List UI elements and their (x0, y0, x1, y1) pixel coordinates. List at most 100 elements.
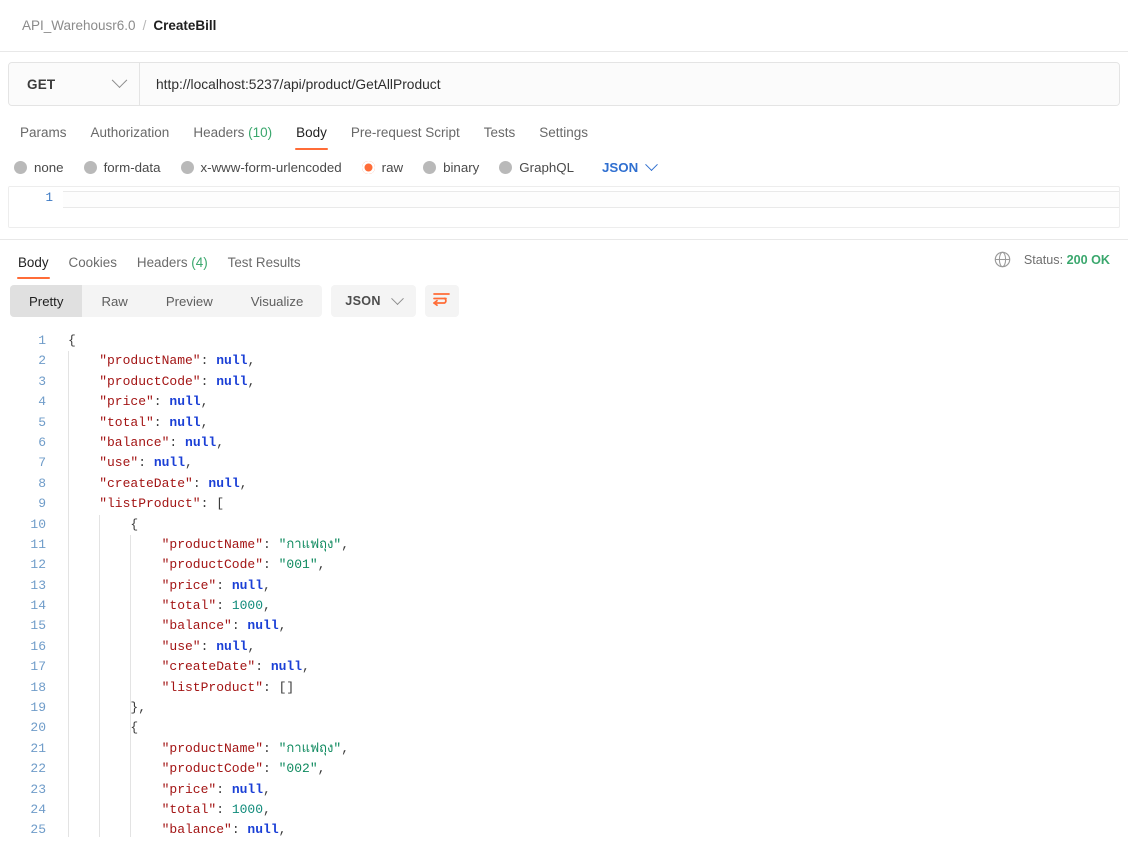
response-tabs: Body Cookies Headers (4) Test Results (8, 240, 311, 279)
body-type-binary[interactable]: binary (423, 160, 479, 175)
body-type-urlencoded[interactable]: x-www-form-urlencoded (180, 160, 342, 175)
json-line-number: 16 (30, 638, 46, 654)
json-token-p: , (200, 414, 209, 430)
json-line: "listProduct": [] (56, 678, 1128, 698)
view-mode-visualize-label: Visualize (250, 293, 304, 309)
tab-params[interactable]: Params (8, 125, 79, 150)
json-token-nul: null (169, 394, 201, 410)
json-token-p: , (317, 557, 326, 573)
json-token-num: 1000 (231, 598, 264, 614)
response-json-viewer[interactable]: 1 2 3 4 5 6 7 8 9 10 11 12 13 14 15 16 17 18 19 20 21 22 23 24 2… (0, 325, 1128, 837)
json-token-k: "price" (99, 394, 154, 410)
json-token-brc: }, (130, 700, 146, 716)
json-token-k: "use" (99, 455, 139, 471)
json-line: "price": null, (56, 392, 1128, 412)
view-mode-preview[interactable]: Preview (147, 285, 232, 317)
json-line: "price": null, (56, 780, 1128, 800)
view-mode-raw[interactable]: Raw (82, 285, 146, 317)
http-method-select[interactable]: GET (9, 63, 140, 105)
url-input[interactable]: http://localhost:5237/api/product/GetAll… (140, 63, 1119, 105)
request-editor-content[interactable] (63, 187, 1119, 227)
tab-pre-request-script[interactable]: Pre-request Script (339, 125, 472, 150)
json-token-brc: { (130, 516, 139, 532)
tab-tests[interactable]: Tests (472, 125, 528, 150)
response-tab-test-results[interactable]: Test Results (218, 255, 311, 279)
raw-format-select[interactable]: JSON (602, 158, 659, 175)
json-token-p: , (341, 536, 350, 552)
chevron-down-icon (390, 291, 404, 305)
response-tab-headers[interactable]: Headers (4) (127, 255, 218, 279)
request-editor-line-1[interactable] (63, 191, 1119, 208)
response-status-area: Status: 200 OK (994, 251, 1110, 268)
breadcrumb-collection[interactable]: API_Warehousr6.0 (22, 18, 136, 33)
response-tab-headers-label: Headers (136, 255, 188, 270)
json-line-number: 9 (38, 496, 46, 512)
view-mode-visualize[interactable]: Visualize (232, 285, 323, 317)
json-token-k: "createDate" (99, 475, 193, 491)
body-type-graphql[interactable]: GraphQL (499, 160, 574, 175)
json-token-k: "productName" (99, 353, 201, 369)
json-token-str: "002" (278, 761, 318, 777)
json-token-nul: null (247, 822, 279, 837)
raw-format-label: JSON (602, 160, 639, 175)
json-token-k: "productName" (161, 536, 264, 552)
json-token-p: : (263, 740, 279, 756)
globe-icon (994, 251, 1011, 268)
response-format-select[interactable]: JSON (331, 285, 416, 317)
body-type-urlencoded-label: x-www-form-urlencoded (200, 160, 342, 175)
indent-guide (130, 535, 132, 837)
radio-binary-icon (423, 161, 437, 174)
json-token-p: , (278, 822, 287, 837)
json-token-str: "001" (278, 557, 318, 573)
tab-headers[interactable]: Headers (10) (181, 125, 284, 150)
json-token-p: , (216, 434, 225, 450)
json-token-k: "createDate" (161, 659, 256, 675)
json-token-p: : (216, 781, 232, 797)
indent-guide (99, 514, 101, 837)
json-line: "productCode": null, (56, 372, 1128, 392)
view-mode-pretty[interactable]: Pretty (10, 285, 83, 317)
view-mode-pretty-label: Pretty (29, 293, 64, 309)
json-line-number: 12 (30, 557, 46, 573)
body-type-none-label: none (34, 160, 64, 175)
json-token-p: : (231, 822, 248, 837)
json-token-p: : (138, 455, 154, 471)
radio-form-data-icon (83, 161, 97, 174)
json-line-number: 15 (30, 618, 46, 634)
request-body-editor[interactable]: 1 (8, 186, 1120, 228)
body-type-none[interactable]: none (14, 160, 64, 175)
json-token-nul: null (208, 475, 240, 491)
tab-authorization[interactable]: Authorization (79, 125, 182, 150)
tab-tests-label: Tests (483, 125, 516, 140)
json-line: "price": null, (56, 576, 1128, 596)
tab-body[interactable]: Body (284, 125, 339, 150)
json-token-p: , (263, 781, 271, 797)
wrap-text-button[interactable] (424, 285, 459, 317)
json-line-number: 13 (30, 577, 46, 593)
json-token-p: , (341, 740, 350, 756)
response-tab-cookies[interactable]: Cookies (59, 255, 127, 279)
status-label: Status: (1023, 252, 1064, 267)
json-content[interactable]: { "productName": null, "productCode": null… (56, 325, 1128, 837)
json-token-k: "productCode" (161, 557, 264, 573)
json-token-nul: null (216, 353, 248, 369)
tab-params-label: Params (20, 125, 67, 140)
breadcrumb-current-request[interactable]: CreateBill (153, 18, 216, 33)
body-type-form-data[interactable]: form-data (83, 160, 161, 175)
response-tab-body[interactable]: Body (8, 255, 59, 279)
json-line-number: 14 (30, 598, 46, 614)
json-token-nul: null (185, 434, 217, 450)
response-tab-cookies-label: Cookies (68, 255, 117, 270)
json-line: "use": null, (56, 453, 1128, 473)
json-line: "balance": null, (56, 616, 1128, 636)
json-token-p: : (263, 761, 279, 777)
json-token-nul: null (169, 414, 201, 430)
json-line: { (56, 515, 1128, 535)
chevron-down-icon (111, 71, 128, 88)
response-format-label: JSON (345, 294, 381, 308)
body-type-binary-label: binary (443, 160, 480, 175)
json-line-number: 6 (38, 434, 46, 450)
body-type-raw[interactable]: raw (361, 160, 403, 175)
breadcrumb: API_Warehousr6.0 / CreateBill (0, 0, 1128, 52)
tab-settings[interactable]: Settings (527, 125, 600, 150)
